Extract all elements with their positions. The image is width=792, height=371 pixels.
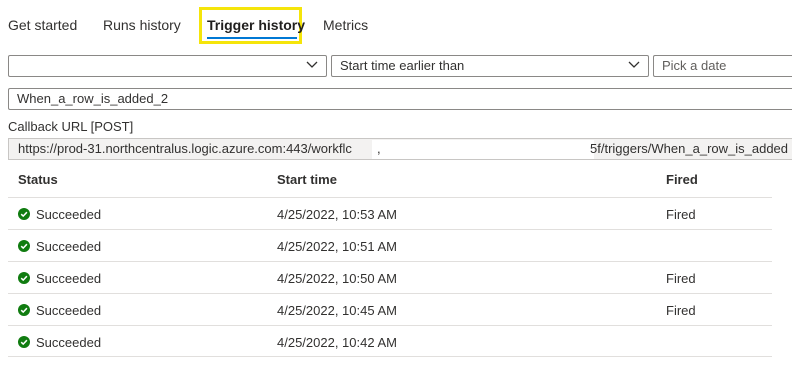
callback-url-start: https://prod-31.northcentralus.logic.azu… — [18, 141, 352, 156]
tab-runs-history[interactable]: Runs history — [103, 17, 181, 33]
success-check-icon — [18, 208, 30, 220]
callback-url-mid: , — [377, 141, 381, 156]
tab-get-started[interactable]: Get started — [8, 17, 77, 33]
table-row[interactable]: Succeeded 4/25/2022, 10:53 AM Fired — [8, 197, 772, 229]
trigger-name-value: When_a_row_is_added_2 — [17, 91, 169, 106]
status-text: Succeeded — [36, 303, 102, 318]
fired-cell: Fired — [666, 271, 696, 286]
date-picker-input[interactable]: Pick a date — [653, 55, 792, 77]
tab-trigger-history[interactable]: Trigger history — [207, 17, 305, 33]
chevron-down-icon — [628, 61, 640, 68]
status-text: Succeeded — [36, 271, 102, 286]
table-row[interactable]: Succeeded 4/25/2022, 10:45 AM Fired — [8, 293, 772, 325]
callback-url-label: Callback URL [POST] — [8, 119, 134, 134]
redacted-region — [372, 140, 594, 159]
callback-url-end: 5f/triggers/When_a_row_is_added — [590, 141, 789, 156]
start-time-cell: 4/25/2022, 10:53 AM — [277, 207, 397, 222]
status-filter-dropdown[interactable] — [8, 55, 327, 77]
table-row[interactable]: Succeeded 4/25/2022, 10:50 AM Fired — [8, 261, 772, 293]
active-tab-indicator — [207, 37, 297, 39]
success-check-icon — [18, 336, 30, 348]
tab-metrics[interactable]: Metrics — [323, 17, 368, 33]
fired-cell: Fired — [666, 303, 696, 318]
start-time-cell: 4/25/2022, 10:50 AM — [277, 271, 397, 286]
success-check-icon — [18, 304, 30, 316]
time-filter-value: Start time earlier than — [340, 58, 465, 73]
trigger-name-field[interactable]: When_a_row_is_added_2 — [8, 88, 792, 110]
date-picker-placeholder: Pick a date — [662, 58, 727, 73]
fired-cell: Fired — [666, 207, 696, 222]
chevron-down-icon — [306, 61, 318, 68]
start-time-cell: 4/25/2022, 10:42 AM — [277, 335, 397, 350]
start-time-cell: 4/25/2022, 10:51 AM — [277, 239, 397, 254]
success-check-icon — [18, 240, 30, 252]
status-text: Succeeded — [36, 335, 102, 350]
status-text: Succeeded — [36, 207, 102, 222]
status-text: Succeeded — [36, 239, 102, 254]
column-header-fired[interactable]: Fired — [666, 172, 698, 187]
callback-url-field[interactable]: https://prod-31.northcentralus.logic.azu… — [8, 138, 792, 160]
time-filter-dropdown[interactable]: Start time earlier than — [331, 55, 649, 77]
column-header-start-time[interactable]: Start time — [277, 172, 337, 187]
start-time-cell: 4/25/2022, 10:45 AM — [277, 303, 397, 318]
table-row[interactable]: Succeeded 4/25/2022, 10:42 AM — [8, 325, 772, 357]
success-check-icon — [18, 272, 30, 284]
column-header-status[interactable]: Status — [18, 172, 58, 187]
table-row[interactable]: Succeeded 4/25/2022, 10:51 AM — [8, 229, 772, 261]
